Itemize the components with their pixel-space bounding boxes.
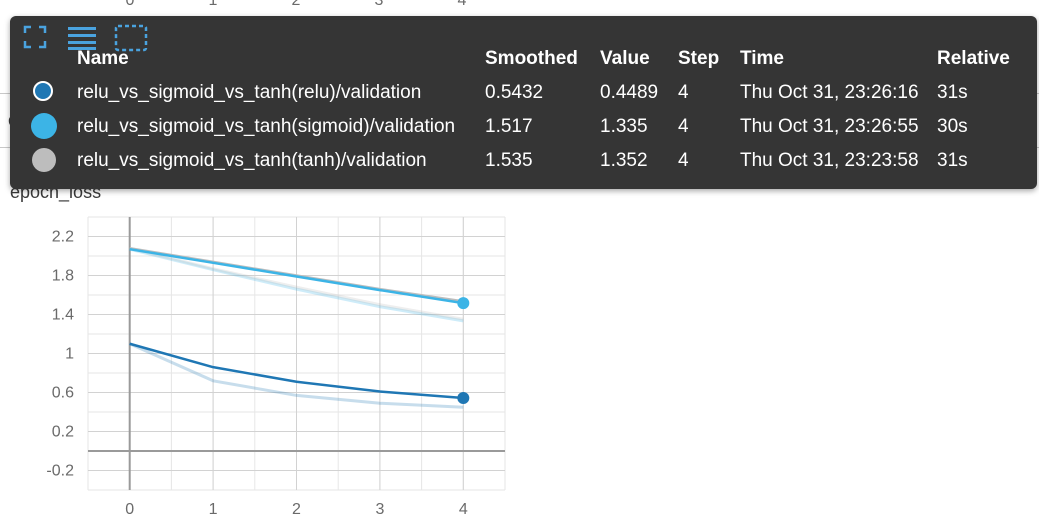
row-relative: 30s [937, 116, 968, 137]
row-step: 4 [678, 116, 689, 137]
series-end-marker [457, 392, 470, 405]
row-value: 1.335 [600, 116, 648, 137]
row-relative: 31s [937, 82, 968, 103]
x-tick-label: 1 [209, 501, 218, 518]
header-step: Step [678, 48, 720, 69]
header-relative: Relative [937, 48, 1010, 69]
y-tick-label: 2.2 [52, 229, 74, 246]
row-time: Thu Oct 31, 23:26:55 [740, 116, 919, 137]
series-swatch [31, 113, 57, 139]
header-value: Value [600, 48, 650, 69]
x-tick-label: 2 [292, 501, 301, 518]
fullscreen-icon[interactable] [22, 24, 48, 55]
row-time: Thu Oct 31, 23:23:58 [740, 150, 919, 171]
x-tick-label: 3 [375, 501, 384, 518]
row-name: relu_vs_sigmoid_vs_tanh(relu)/validation [77, 82, 422, 103]
y-tick-label: -0.2 [46, 463, 74, 480]
row-smoothed: 1.535 [485, 150, 533, 171]
y-tick-label: 0.2 [52, 424, 74, 441]
row-smoothed: 0.5432 [485, 82, 544, 103]
top-tick-label: 2 [291, 0, 301, 9]
top-axis-ticks: 0 1 2 3 4 [0, 0, 520, 10]
series-swatch [33, 81, 53, 101]
header-name: Name [77, 48, 129, 69]
row-relative: 31s [937, 150, 968, 171]
tooltip-row: relu_vs_sigmoid_vs_tanh(tanh)/validation… [10, 146, 1037, 180]
row-value: 0.4489 [600, 82, 659, 103]
line-chart[interactable]: 0 1 2 3 4 -0.2 0.2 0.6 1 1.4 1.8 2.2 [0, 205, 520, 520]
y-tick-label: 1 [65, 346, 74, 363]
top-tick-label: 3 [374, 0, 384, 9]
x-tick-label: 0 [125, 501, 134, 518]
top-tick-label: 4 [457, 0, 467, 9]
y-tick-label: 1.8 [52, 268, 74, 285]
tooltip-row: relu_vs_sigmoid_vs_tanh(sigmoid)/validat… [10, 112, 1037, 146]
row-name: relu_vs_sigmoid_vs_tanh(sigmoid)/validat… [77, 116, 456, 137]
tooltip-row: relu_vs_sigmoid_vs_tanh(relu)/validation… [10, 78, 1037, 112]
series-end-marker [457, 297, 470, 310]
row-smoothed: 1.517 [485, 116, 533, 137]
hover-tooltip: Name Smoothed Value Step Time Relative r… [10, 16, 1037, 189]
row-step: 4 [678, 150, 689, 171]
y-tick-label: 0.6 [52, 385, 74, 402]
x-tick-label: 4 [459, 501, 468, 518]
row-value: 1.352 [600, 150, 648, 171]
row-time: Thu Oct 31, 23:26:16 [740, 82, 919, 103]
row-name: relu_vs_sigmoid_vs_tanh(tanh)/validation [77, 150, 427, 171]
top-tick-label: 1 [208, 0, 218, 9]
top-tick-label: 0 [125, 0, 135, 9]
series-swatch [32, 148, 56, 172]
y-tick-label: 1.4 [52, 307, 74, 324]
header-time: Time [740, 48, 785, 69]
row-step: 4 [678, 82, 689, 103]
header-smoothed: Smoothed [485, 48, 578, 69]
